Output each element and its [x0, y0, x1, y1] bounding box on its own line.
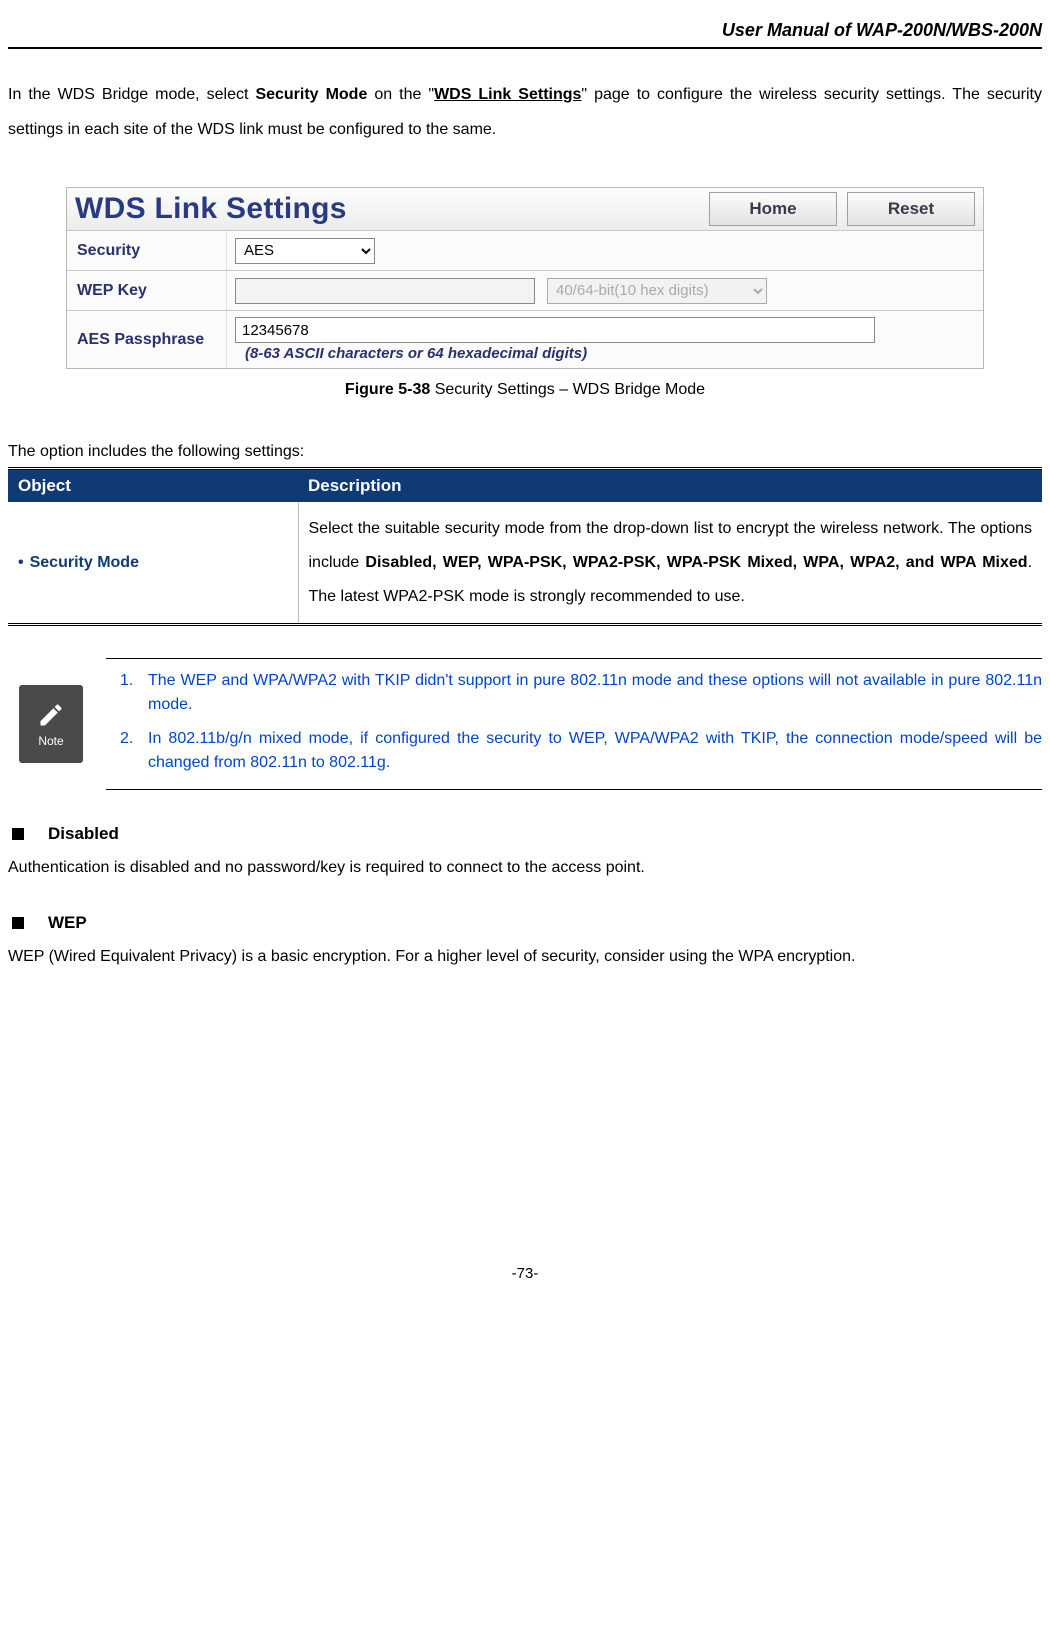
object-name: Security Mode	[30, 554, 139, 571]
th-description: Description	[298, 469, 1042, 503]
note-text: In 802.11b/g/n mixed mode, if configured…	[148, 727, 1042, 775]
note-item: 2. In 802.11b/g/n mixed mode, if configu…	[120, 727, 1042, 775]
figure-container: WDS Link Settings Home Reset Security AE…	[8, 187, 1042, 369]
table-row: •Security Mode Select the suitable secur…	[8, 502, 1042, 624]
wds-panel: WDS Link Settings Home Reset Security AE…	[66, 187, 984, 369]
table-intro: The option includes the following settin…	[8, 443, 1042, 461]
square-bullet-icon	[12, 917, 24, 929]
note-text: The WEP and WPA/WPA2 with TKIP didn't su…	[148, 669, 1042, 717]
home-button[interactable]: Home	[709, 192, 837, 226]
section-body-wep: WEP (Wired Equivalent Privacy) is a basi…	[8, 939, 1042, 974]
note-number: 1.	[120, 669, 148, 717]
pencil-icon	[36, 700, 66, 730]
section-title: WEP	[48, 913, 87, 933]
page-number: -73-	[8, 1265, 1042, 1292]
label-security: Security	[67, 231, 227, 270]
note-item: 1. The WEP and WPA/WPA2 with TKIP didn't…	[120, 669, 1042, 717]
note-number: 2.	[120, 727, 148, 775]
value-wepkey: 40/64-bit(10 hex digits)	[227, 272, 983, 310]
row-aes: AES Passphrase (8-63 ASCII characters or…	[67, 311, 983, 368]
square-bullet-icon	[12, 828, 24, 840]
th-object: Object	[8, 469, 298, 503]
description-table: Object Description •Security Mode Select…	[8, 467, 1042, 626]
panel-buttons: Home Reset	[709, 192, 975, 226]
text-bold: Security Mode	[255, 86, 367, 103]
panel-header: WDS Link Settings Home Reset	[67, 188, 983, 231]
intro-paragraph: In the WDS Bridge mode, select Security …	[8, 77, 1042, 147]
text: on the "	[367, 86, 434, 103]
panel-title: WDS Link Settings	[75, 192, 347, 226]
section-heading-disabled: Disabled	[8, 824, 1042, 844]
aes-hint: (8-63 ASCII characters or 64 hexadecimal…	[235, 345, 587, 362]
wepkey-length-select[interactable]: 40/64-bit(10 hex digits)	[547, 278, 767, 304]
note-icon-wrap: Note	[12, 658, 90, 790]
section-heading-wep: WEP	[8, 913, 1042, 933]
row-wepkey: WEP Key 40/64-bit(10 hex digits)	[67, 271, 983, 311]
wepkey-input[interactable]	[235, 278, 535, 304]
note-icon: Note	[19, 685, 83, 763]
security-select[interactable]: AES	[235, 238, 375, 264]
value-security: AES	[227, 232, 983, 270]
label-aes: AES Passphrase	[67, 311, 227, 368]
doc-header: User Manual of WAP-200N/WBS-200N	[8, 20, 1042, 49]
note-label: Note	[38, 734, 63, 748]
figure-caption: Figure 5-38 Security Settings – WDS Brid…	[8, 381, 1042, 399]
text-bold-underline: WDS Link Settings	[434, 86, 581, 103]
label-wepkey: WEP Key	[67, 271, 227, 310]
section-body-disabled: Authentication is disabled and no passwo…	[8, 850, 1042, 885]
value-aes: (8-63 ASCII characters or 64 hexadecimal…	[227, 311, 983, 368]
note-content: 1. The WEP and WPA/WPA2 with TKIP didn't…	[106, 658, 1042, 790]
text-bold: Disabled, WEP, WPA-PSK, WPA2-PSK, WPA-PS…	[365, 554, 1027, 571]
aes-passphrase-input[interactable]	[235, 317, 875, 343]
section-title: Disabled	[48, 824, 119, 844]
row-security: Security AES	[67, 231, 983, 271]
note-list: 1. The WEP and WPA/WPA2 with TKIP didn't…	[120, 669, 1042, 775]
note-block: Note 1. The WEP and WPA/WPA2 with TKIP d…	[8, 658, 1042, 790]
table-header-row: Object Description	[8, 469, 1042, 503]
cell-object: •Security Mode	[8, 502, 298, 624]
caption-bold: Figure 5-38	[345, 381, 430, 398]
caption-text: Security Settings – WDS Bridge Mode	[430, 381, 705, 398]
cell-description: Select the suitable security mode from t…	[298, 502, 1042, 624]
reset-button[interactable]: Reset	[847, 192, 975, 226]
text: In the WDS Bridge mode, select	[8, 86, 255, 103]
